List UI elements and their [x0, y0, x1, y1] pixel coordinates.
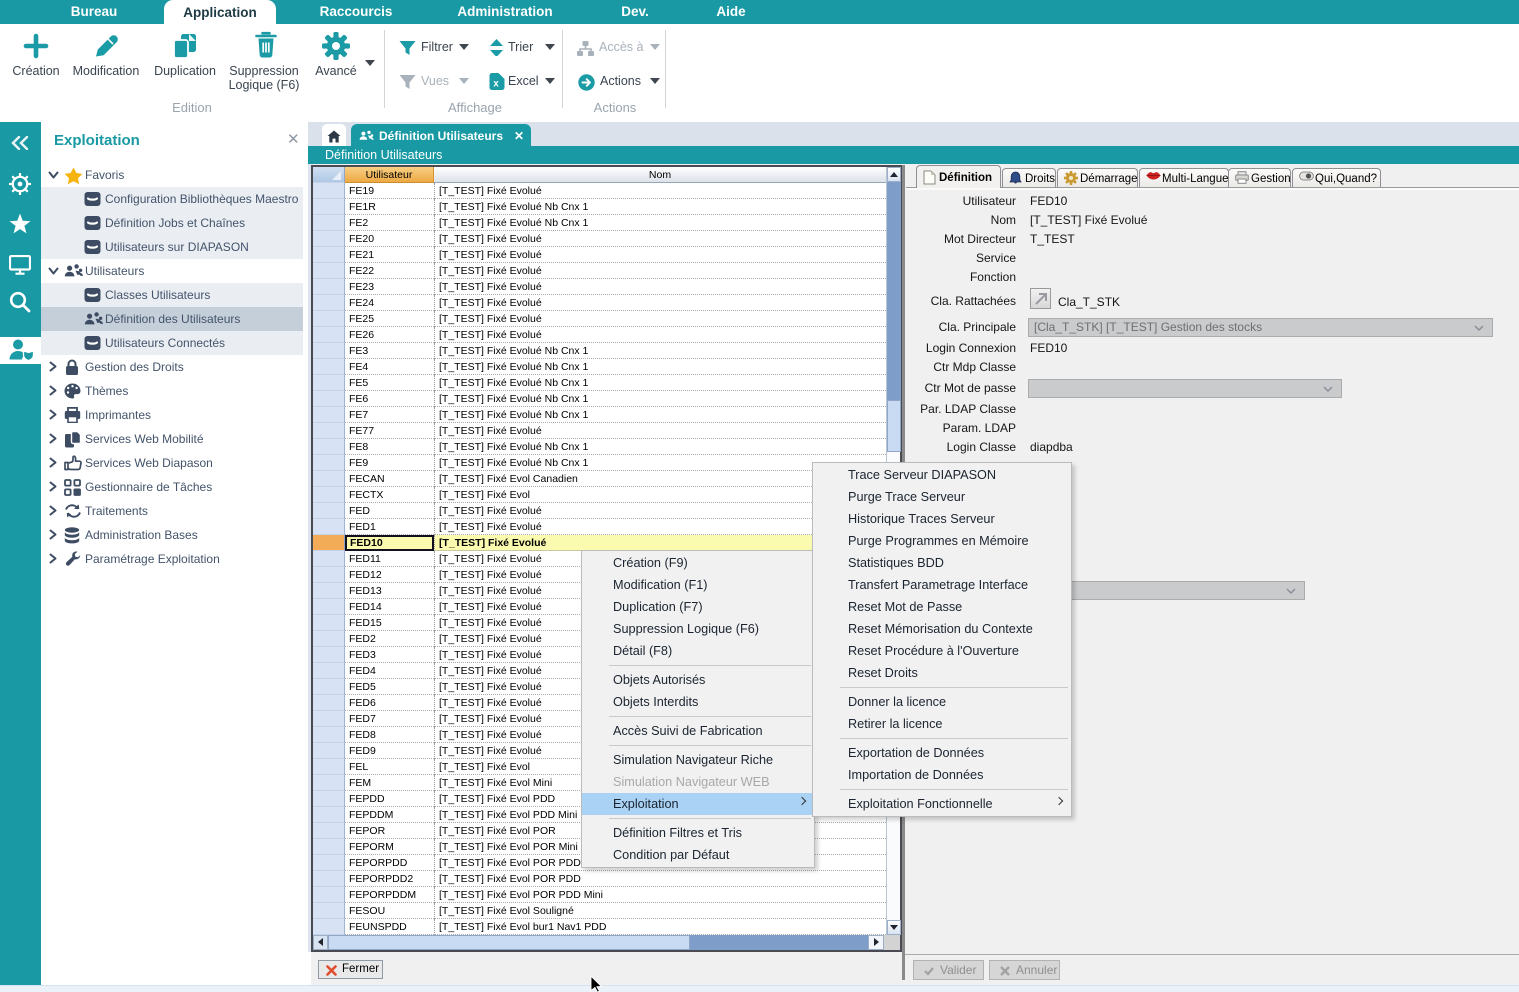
svg-text:x: x — [493, 79, 499, 90]
